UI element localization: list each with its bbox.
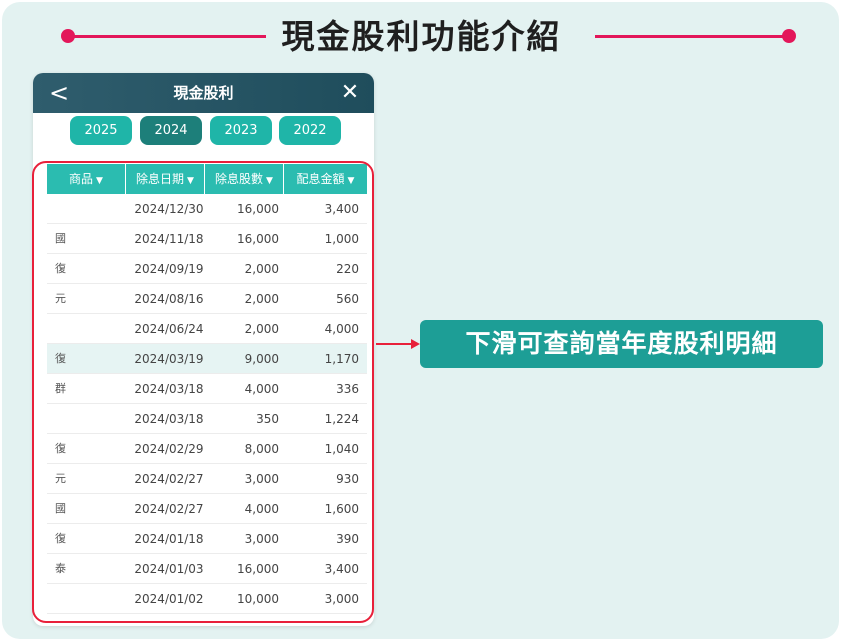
tab-2023[interactable]: 2023	[210, 116, 272, 145]
tab-2022[interactable]: 2022	[279, 116, 341, 145]
arrow-right-icon	[411, 339, 420, 349]
close-icon[interactable]: ✕	[336, 77, 364, 109]
title-right-dot	[782, 29, 796, 43]
table-highlight-outline	[32, 161, 374, 623]
chevron-left-icon[interactable]: <	[45, 77, 73, 109]
scroll-hint-callout: 下滑可查詢當年度股利明細	[420, 320, 823, 368]
phone-header: 現金股利 < ✕	[33, 73, 374, 113]
header-title: 現金股利	[173, 84, 234, 102]
tab-2025[interactable]: 2025	[70, 116, 132, 145]
title-right-line	[595, 35, 790, 38]
page-title: 現金股利功能介紹	[281, 17, 562, 56]
tab-2024[interactable]: 2024	[140, 116, 202, 145]
pointer-arrow-line	[376, 343, 414, 345]
